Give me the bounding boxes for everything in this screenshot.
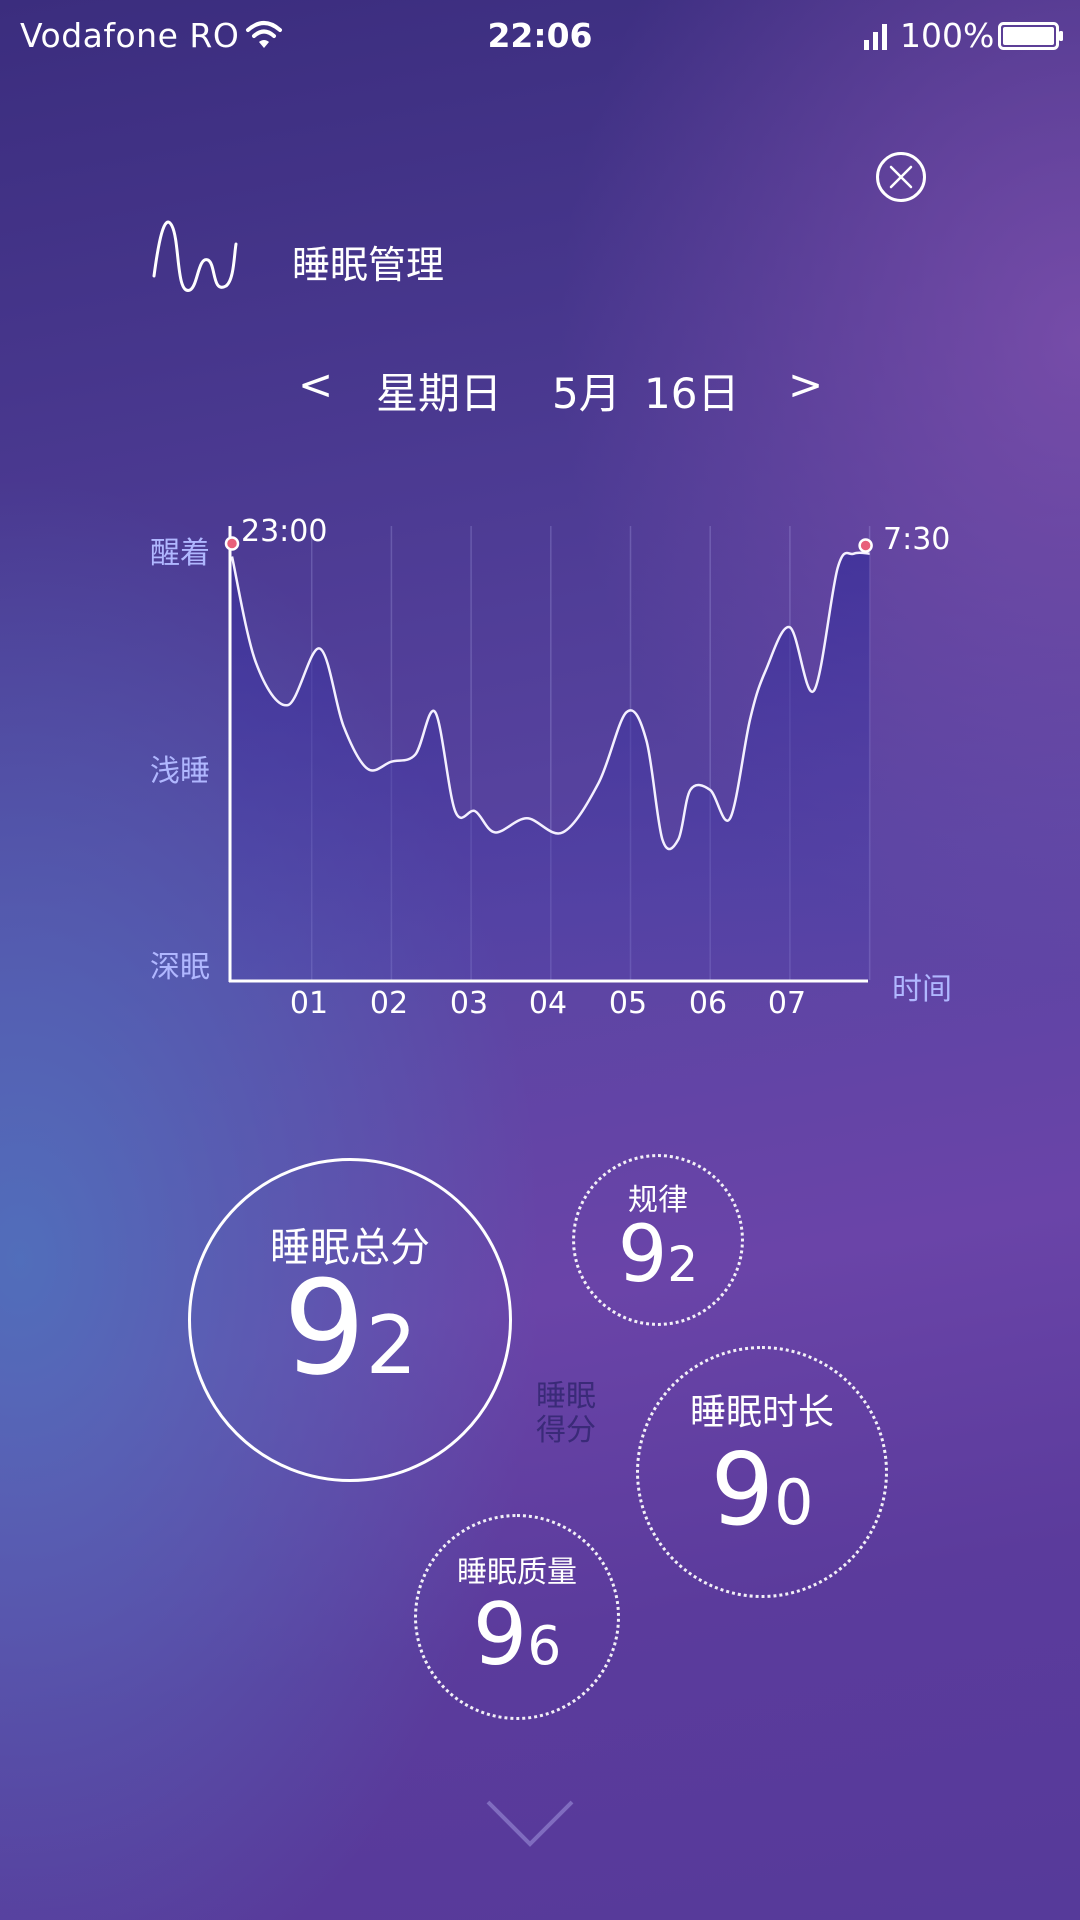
end-time-label: 7:30 <box>883 522 951 557</box>
chevron-down-icon[interactable] <box>484 1798 576 1850</box>
x-tick: 01 <box>289 986 329 1021</box>
y-label-awake: 醒着 <box>150 536 210 571</box>
y-label-deep-sleep: 深眠 <box>150 950 210 985</box>
total-score-value: 92 <box>283 1252 417 1404</box>
x-tick: 02 <box>369 986 409 1021</box>
duration-score-label: 睡眠时长 <box>689 1392 834 1433</box>
total-score-circle[interactable]: 睡眠总分 92 <box>188 1158 512 1482</box>
quality-score-value: 96 <box>472 1585 562 1685</box>
x-tick: 04 <box>528 986 568 1021</box>
regularity-score-circle[interactable]: 规律 92 <box>572 1154 744 1326</box>
regularity-score-value: 92 <box>617 1210 699 1300</box>
start-time-label: 23:00 <box>241 514 328 549</box>
x-tick: 06 <box>688 986 728 1021</box>
duration-score-circle[interactable]: 睡眠时长 90 <box>636 1346 888 1598</box>
sleep-start-point <box>224 536 240 551</box>
x-axis-label: 时间 <box>892 972 952 1007</box>
x-tick: 05 <box>608 986 648 1021</box>
wake-end-point <box>858 538 873 553</box>
x-tick: 07 <box>767 986 807 1021</box>
x-tick: 03 <box>449 986 489 1021</box>
quality-score-circle[interactable]: 睡眠质量 96 <box>414 1514 620 1720</box>
duration-score-value: 90 <box>710 1431 814 1548</box>
score-caption: 睡眠得分 <box>536 1379 596 1448</box>
y-label-light-sleep: 浅睡 <box>150 754 210 789</box>
